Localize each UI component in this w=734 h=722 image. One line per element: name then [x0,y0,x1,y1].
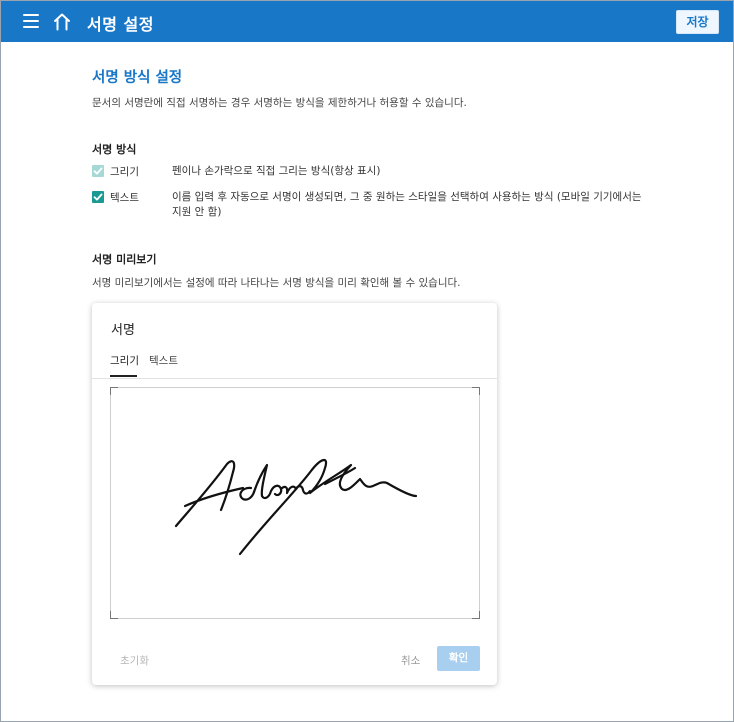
reset-button[interactable]: 초기화 [120,653,149,668]
tab-draw[interactable]: 그리기 [110,353,139,368]
cancel-button[interactable]: 취소 [401,653,420,668]
option-text: 텍스트 이름 입력 후 자동으로 서명이 생성되면, 그 중 원하는 스타일을 … [92,190,652,222]
top-bar: 서명 설정 저장 [1,1,733,42]
checkmark-icon [93,193,103,201]
section-title: 서명 방식 설정 [92,70,183,86]
text-option-description: 이름 입력 후 자동으로 서명이 생성되면, 그 중 원하는 스타일을 선택하여… [172,191,642,218]
active-tab-indicator [110,375,137,377]
signature-dialog: 서명 그리기 텍스트 초기화 취소 확인 [92,303,497,685]
signature-canvas[interactable] [110,387,480,619]
option-draw: 그리기 펜이나 손가락으로 직접 그리는 방식(항상 표시) [92,164,652,180]
handwritten-signature [174,459,418,556]
save-button[interactable]: 저장 [676,10,719,34]
signature-preview-heading: 서명 미리보기 [92,253,157,266]
tab-divider [92,378,497,379]
draw-option-label: 그리기 [110,166,139,178]
section-description: 문서의 서명란에 직접 서명하는 경우 서명하는 방식을 제한하거나 허용할 수… [92,97,467,109]
confirm-button[interactable]: 확인 [437,646,480,671]
draw-option-description: 펜이나 손가락으로 직접 그리는 방식(항상 표시) [172,165,381,177]
dialog-title: 서명 [111,323,135,338]
signature-method-heading: 서명 방식 [92,143,137,156]
checkmark-icon [93,167,103,175]
hamburger-menu-icon[interactable] [23,14,39,28]
home-icon[interactable] [52,12,72,32]
page-title: 서명 설정 [87,15,154,34]
tab-text[interactable]: 텍스트 [149,353,178,368]
text-checkbox[interactable] [92,191,104,203]
signature-preview-description: 서명 미리보기에서는 설정에 따라 나타나는 서명 방식을 미리 확인해 볼 수… [92,277,461,289]
draw-checkbox [92,165,104,177]
text-option-label: 텍스트 [110,192,139,204]
